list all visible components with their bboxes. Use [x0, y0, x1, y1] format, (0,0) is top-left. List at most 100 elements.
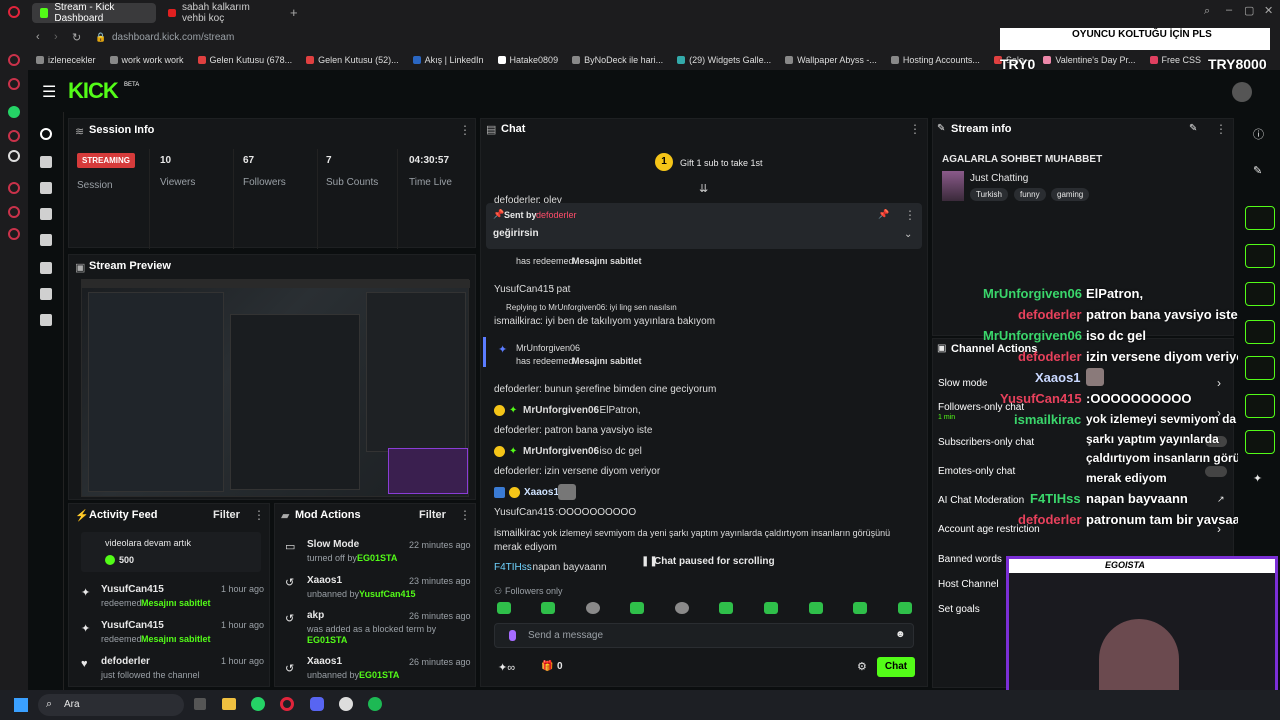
url-field[interactable]: dashboard.kick.com/stream — [112, 32, 234, 43]
more-icon[interactable]: ⋮ — [459, 508, 471, 522]
more-icon[interactable]: ⋮ — [253, 508, 265, 522]
whatsapp-icon[interactable] — [8, 106, 20, 118]
menu-icon[interactable]: ☰ — [42, 82, 56, 102]
opera-logo-icon[interactable] — [8, 6, 20, 18]
tag[interactable]: Turkish — [970, 188, 1008, 201]
wrench-icon[interactable] — [40, 262, 52, 274]
x-icon[interactable] — [8, 150, 20, 162]
points-icon[interactable]: ✦∞ — [498, 661, 515, 674]
emote-icon[interactable] — [853, 602, 867, 614]
action-host-channel[interactable]: Host Channel — [938, 579, 999, 590]
chat-user[interactable]: defoderler — [494, 425, 539, 436]
category-name[interactable]: Just Chatting — [970, 173, 1028, 184]
close-icon[interactable]: ✕ — [1264, 4, 1273, 17]
reload-icon[interactable]: ↻ — [72, 31, 81, 44]
bookmark[interactable]: Valentine's Day Pr... — [1043, 55, 1136, 65]
kick-logo[interactable]: KICK — [68, 78, 119, 104]
tag[interactable]: funny — [1014, 188, 1046, 201]
pinned-user[interactable]: defoderler — [536, 210, 577, 220]
new-tab-icon[interactable]: + — [290, 5, 298, 20]
add-icon[interactable]: ✦ — [1253, 472, 1262, 485]
settings-icon[interactable] — [8, 228, 20, 240]
analytics-icon[interactable] — [40, 182, 52, 194]
collapse-icon[interactable]: ⇊ — [699, 182, 708, 195]
bookmark[interactable]: Akış | LinkedIn — [412, 55, 484, 65]
chat-user[interactable]: defoderler — [494, 384, 539, 395]
chat-user[interactable]: MrUnforgiven06 — [523, 405, 599, 416]
emote-icon[interactable] — [630, 602, 644, 614]
poll-icon[interactable] — [1245, 282, 1275, 306]
emote-icon[interactable] — [541, 602, 555, 614]
bookmark[interactable]: Hatake0809 — [497, 55, 558, 65]
emote-icon[interactable] — [764, 602, 778, 614]
users-icon[interactable] — [40, 288, 52, 300]
spotify-icon[interactable] — [368, 697, 382, 711]
wrench-icon[interactable] — [1245, 430, 1275, 454]
gift-icon[interactable]: 🎁 — [541, 661, 553, 672]
windows-start-icon[interactable] — [14, 698, 28, 712]
more-icon[interactable]: ⋮ — [904, 208, 916, 222]
history-icon[interactable] — [8, 206, 20, 218]
tab-youtube[interactable]: sabah kalkarım vehbi koç — [160, 2, 280, 24]
download-icon[interactable] — [40, 314, 52, 326]
feed-user[interactable]: YusufCan415 — [101, 620, 164, 631]
info-icon[interactable]: ⓘ — [1253, 126, 1264, 142]
stream-icon[interactable] — [40, 128, 52, 140]
bookmark[interactable]: work work work — [109, 55, 184, 65]
chat-user[interactable]: ismailkirac — [494, 316, 541, 327]
bookmark[interactable]: Gelen Kutusu (52)... — [306, 55, 399, 65]
emote-icon[interactable] — [809, 602, 823, 614]
chat-user[interactable]: Xaaos1 — [524, 487, 559, 498]
link-icon[interactable] — [40, 156, 52, 168]
chevron-down-icon[interactable]: ⌄ — [904, 229, 912, 240]
action-banned-words[interactable]: Banned words — [938, 554, 1002, 565]
chat-user[interactable]: MrUnforgiven06 — [516, 343, 580, 353]
clip-icon[interactable] — [1245, 206, 1275, 230]
chat-message-icon[interactable] — [1245, 320, 1275, 344]
tab-kick-dashboard[interactable]: Stream - Kick Dashboard — [32, 2, 156, 24]
emote-icon[interactable] — [586, 602, 600, 614]
maximize-icon[interactable]: ▢ — [1244, 4, 1254, 17]
chat-user[interactable]: MrUnforgiven06 — [523, 446, 599, 457]
bookmark[interactable]: Wallpaper Abyss -... — [785, 55, 877, 65]
edit-icon[interactable]: ✎ — [1253, 164, 1262, 177]
speed-dial-icon[interactable] — [8, 54, 20, 66]
heart-icon[interactable] — [8, 182, 20, 194]
more-icon[interactable]: ⋮ — [459, 123, 471, 137]
raid-icon[interactable] — [1245, 244, 1275, 268]
prediction-icon[interactable] — [1245, 394, 1275, 418]
feed-user[interactable]: defoderler — [101, 656, 150, 667]
bookmark[interactable]: ByNoDeck ile hari... — [572, 55, 663, 65]
video-icon[interactable] — [40, 234, 52, 246]
edit-icon[interactable]: ✎ — [1189, 123, 1197, 134]
chat-send-button[interactable]: Chat — [877, 657, 915, 677]
chat-input[interactable]: Send a message ☻ — [494, 623, 914, 648]
file-explorer-icon[interactable] — [222, 698, 236, 710]
filter-button[interactable]: Filter — [213, 509, 240, 521]
bookmark[interactable]: (29) Widgets Galle... — [677, 55, 771, 65]
emoji-icon[interactable]: ☻ — [895, 629, 906, 640]
feed-user[interactable]: YusufCan415 — [101, 584, 164, 595]
bookmark[interactable]: Hosting Accounts... — [890, 55, 980, 65]
broadcast-icon[interactable] — [1245, 356, 1275, 380]
chat-user[interactable]: YusufCan415 — [494, 507, 554, 518]
tag[interactable]: gaming — [1051, 188, 1090, 201]
taskbar-search[interactable]: ⌕ Ara — [38, 694, 184, 716]
chat-user[interactable]: defoderler — [494, 466, 539, 477]
minimize-icon[interactable]: – — [1226, 4, 1232, 16]
forward-icon[interactable]: › — [54, 31, 58, 43]
discord-icon[interactable] — [310, 697, 324, 711]
gift-text[interactable]: Gift 1 sub to take 1st — [680, 158, 763, 168]
chat-paused-label[interactable]: Chat paused for scrolling — [654, 556, 775, 567]
microphone-icon[interactable] — [509, 630, 516, 641]
emote-icon[interactable] — [675, 602, 689, 614]
filter-button[interactable]: Filter — [419, 509, 446, 521]
bookmark[interactable]: Gelen Kutusu (678... — [197, 55, 292, 65]
opera-icon[interactable] — [280, 697, 294, 711]
bookmark[interactable]: izlenecekler — [36, 55, 96, 65]
bookmark[interactable]: Free CSS — [1149, 55, 1201, 65]
emote-icon[interactable] — [898, 602, 912, 614]
trophy-icon[interactable] — [40, 208, 52, 220]
emote-icon[interactable] — [497, 602, 511, 614]
more-icon[interactable]: ⋮ — [1215, 122, 1227, 136]
